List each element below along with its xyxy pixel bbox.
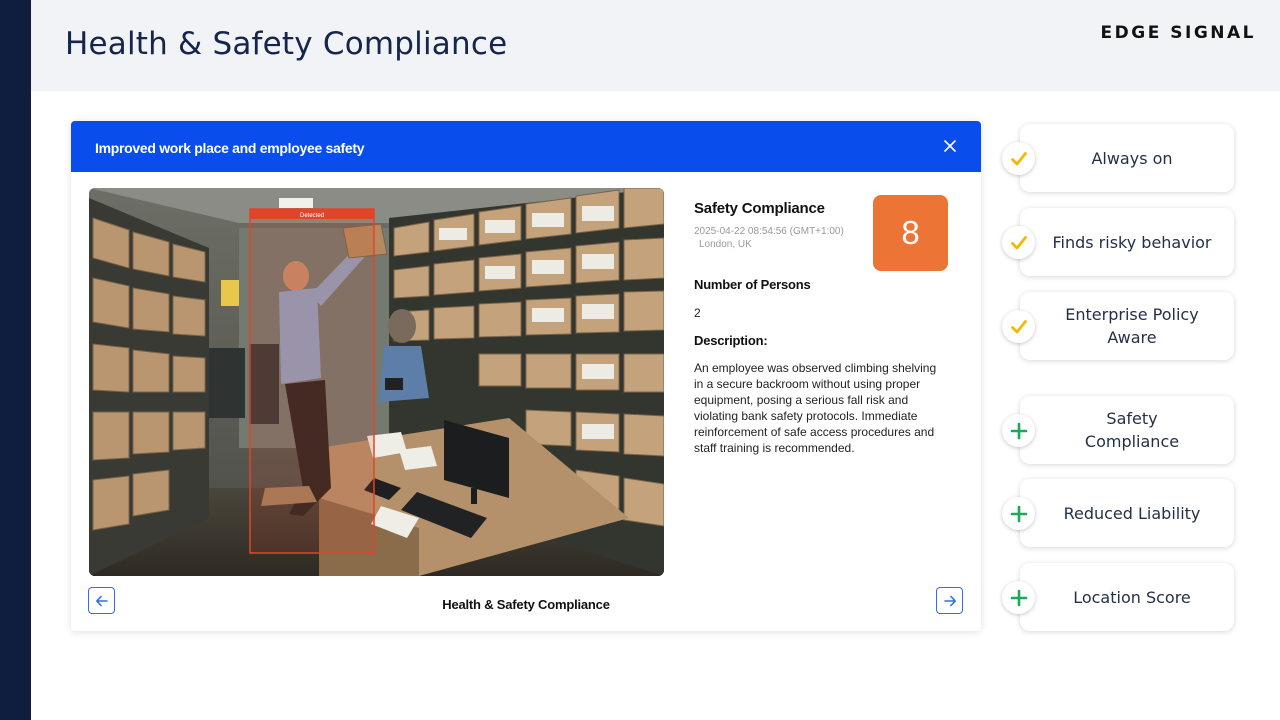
next-button[interactable] [936,587,963,614]
page-title: Health & Safety Compliance [65,26,508,62]
location-score-badge: 8 [873,195,948,271]
feature-label: Always on [1091,148,1173,168]
close-button[interactable] [941,137,959,155]
plus-icon [1010,589,1027,606]
feature-finds-risky-behavior: Finds risky behavior [1002,208,1234,276]
feature-label: Safety Compliance [1084,409,1180,451]
close-icon [944,140,956,152]
feature-badge [1002,142,1035,175]
event-card: Improved work place and employee safety [71,121,981,631]
feature-safety-compliance: Safety Compliance [1002,396,1234,464]
card-footer-title: Health & Safety Compliance [442,597,610,612]
feature-label: Reduced Liability [1063,503,1201,523]
feature-label: Location Score [1073,587,1191,607]
event-title: Safety Compliance [694,200,825,217]
description-label: Description: [694,333,768,348]
detection-label: Detected [300,213,324,219]
persons-value: 2 [694,306,701,320]
brand-logo: EDGE SIGNAL [1100,23,1256,43]
feature-badge [1002,414,1035,447]
event-location: London, UK [699,239,752,250]
feature-always-on: Always on [1002,124,1234,192]
feature-label: Enterprise Policy Aware [1065,305,1199,347]
event-photo: Detected [89,188,664,576]
description-text: An employee was observed climbing shelvi… [694,361,937,455]
feature-badge [1002,497,1035,530]
persons-label: Number of Persons [694,277,811,292]
check-icon [1010,235,1027,249]
feature-badge [1002,310,1035,343]
page-header: Health & Safety Compliance EDGE SIGNAL [31,0,1280,91]
card-title: Improved work place and employee safety [95,140,365,156]
feature-location-score: Location Score [1002,563,1234,631]
feature-reduced-liability: Reduced Liability [1002,479,1234,547]
feature-badge [1002,226,1035,259]
check-icon [1010,319,1027,333]
card-header: Improved work place and employee safety [71,121,981,172]
left-accent-bar [0,0,31,720]
plus-icon [1010,505,1027,522]
feature-badge [1002,581,1035,614]
feature-label: Finds risky behavior [1052,232,1212,252]
arrow-right-icon [943,595,956,606]
plus-icon [1010,422,1027,439]
feature-enterprise-policy-aware: Enterprise Policy Aware [1002,292,1234,360]
check-icon [1010,151,1027,165]
event-timestamp: 2025-04-22 08:54:56 (GMT+1:00) [694,226,844,237]
